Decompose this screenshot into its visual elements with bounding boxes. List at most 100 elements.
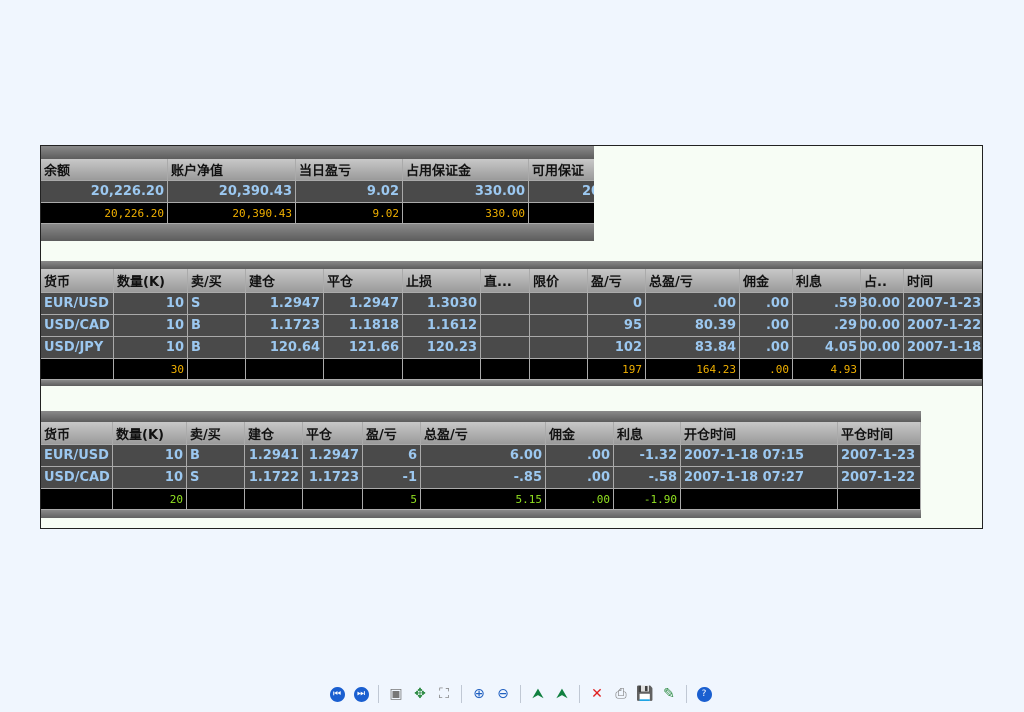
table-cell: 330.00 — [403, 203, 529, 224]
table-cell — [41, 359, 114, 380]
table-cell: 120.64 — [246, 337, 324, 359]
table-cell: -.85 — [421, 467, 546, 489]
first-page-button[interactable]: ⏮ — [327, 684, 347, 704]
table-cell — [403, 359, 481, 380]
table-cell: .00 — [546, 489, 614, 510]
column-header[interactable]: 平仓 — [324, 269, 403, 293]
table-cell: 2007-1-22 — [838, 467, 921, 489]
column-header[interactable]: 卖/买 — [187, 422, 245, 445]
column-header[interactable]: 占用保证金 — [403, 159, 529, 181]
close-button[interactable]: ✕ — [587, 684, 607, 704]
total-row[interactable]: 30 197 164.23.00 4.93 — [41, 359, 982, 380]
column-header[interactable]: 总盈/亏 — [646, 269, 740, 293]
table-cell: 20,226.20 — [41, 203, 168, 224]
column-header[interactable]: 利息 — [793, 269, 861, 293]
column-header[interactable]: 当日盈亏 — [296, 159, 403, 181]
zoom-out-button[interactable]: ⊖ — [493, 684, 513, 704]
table-row[interactable]: EUR/USD 10 B 1.2941 1.2947 6 6.00.00 -1.32 2007-… — [41, 445, 921, 467]
toolbar-separator — [686, 685, 687, 703]
fit-page-button[interactable]: ▣ — [386, 684, 406, 704]
table-row[interactable]: EUR/USD 10 S 1.2947 1.2947 1.3030 0.00.00.59 30… — [41, 293, 982, 315]
table-cell — [481, 337, 530, 359]
header-row: 余额 账户净值 当日盈亏 占用保证金 可用保证 — [41, 159, 594, 181]
column-header[interactable]: 账户净值 — [168, 159, 296, 181]
table-cell: .00 — [646, 293, 740, 315]
fit-page-icon: ▣ — [389, 686, 403, 702]
column-header[interactable]: 平仓 — [303, 422, 363, 445]
table-top-bar — [41, 146, 594, 159]
column-header[interactable]: 限价 — [530, 269, 588, 293]
table-cell: 5 — [363, 489, 421, 510]
help-button[interactable]: ? — [694, 684, 714, 704]
table-cell: -1.32 — [614, 445, 681, 467]
table-cell: -1 — [363, 467, 421, 489]
column-header[interactable]: 卖/买 — [188, 269, 246, 293]
table-cell: .00 — [740, 315, 793, 337]
table-cell: B — [187, 445, 245, 467]
table-cell: 83.84 — [646, 337, 740, 359]
table-cell — [481, 315, 530, 337]
edit-button[interactable]: ✎ — [659, 684, 679, 704]
column-header[interactable]: 直... — [481, 269, 530, 293]
column-header[interactable]: 平仓时间 — [838, 422, 921, 445]
table-top-bar — [41, 261, 982, 269]
table-cell: -1.90 — [614, 489, 681, 510]
table-cell: S — [188, 293, 246, 315]
column-header[interactable]: 佣金 — [740, 269, 793, 293]
column-header[interactable]: 建仓 — [245, 422, 303, 445]
next-page-button[interactable]: ⏭ — [351, 684, 371, 704]
close-icon: ✕ — [591, 686, 603, 702]
save-button[interactable]: 💾 — [635, 684, 655, 704]
rotate-left-button[interactable]: ⮝ — [528, 684, 548, 704]
table-row[interactable]: USD/CAD 10 B 1.1723 1.1818 1.1612 95 80.39.00.2… — [41, 315, 982, 337]
column-header[interactable]: 盈/亏 — [363, 422, 421, 445]
total-row[interactable]: 20 5 5.15.00 -1.90 — [41, 489, 921, 510]
table-cell: 10 — [113, 445, 187, 467]
table-cell: S — [187, 467, 245, 489]
print-button[interactable]: ⎙ — [611, 684, 631, 704]
table-row[interactable]: USD/JPY 10 B 120.64 121.66 120.23 102 83.84.00 4… — [41, 337, 982, 359]
column-header[interactable]: 止损 — [403, 269, 481, 293]
table-bottom-bar — [41, 224, 594, 241]
table-cell: 1.1722 — [245, 467, 303, 489]
column-header[interactable]: 数量(K) — [113, 422, 187, 445]
column-header[interactable]: 占.. — [861, 269, 904, 293]
toolbar-separator — [461, 685, 462, 703]
column-header[interactable]: 余额 — [41, 159, 168, 181]
column-header[interactable]: 时间 — [904, 269, 982, 293]
column-header[interactable]: 货币 — [41, 269, 114, 293]
table-cell — [530, 315, 588, 337]
column-header[interactable]: 数量(K) — [114, 269, 188, 293]
table-cell: 164.23 — [646, 359, 740, 380]
zoom-out-icon: ⊖ — [497, 686, 509, 702]
table-cell: 120.23 — [403, 337, 481, 359]
fit-width-icon: ✥ — [414, 686, 426, 702]
help-icon: ? — [696, 686, 712, 702]
table-cell: 9.02 — [296, 181, 403, 203]
fit-width-button[interactable]: ✥ — [410, 684, 430, 704]
column-header[interactable]: 利息 — [614, 422, 681, 445]
table-cell: 1.2947 — [246, 293, 324, 315]
column-header[interactable]: 建仓 — [246, 269, 324, 293]
total-row[interactable]: 20,226.2020,390.439.02330.002 — [41, 203, 594, 224]
column-header[interactable]: 开仓时间 — [681, 422, 838, 445]
zoom-in-button[interactable]: ⊕ — [469, 684, 489, 704]
table-cell: 4.05 — [793, 337, 861, 359]
table-row[interactable]: USD/CAD 10 S 1.1722 1.1723 -1 -.85.00 -.58 2007-… — [41, 467, 921, 489]
rotate-right-button[interactable]: ⮝ — [552, 684, 572, 704]
table-cell — [303, 489, 363, 510]
table-cell: EUR/USD — [41, 293, 114, 315]
table-row[interactable]: 20,226.2020,390.439.02330.0020, — [41, 181, 594, 203]
presentation-button[interactable]: ⛶ — [434, 684, 454, 704]
closed-positions-table: 货币 数量(K) 卖/买 建仓 平仓 盈/亏 总盈/亏 佣金 利息 开仓时间 平仓时间 EUR/USD… — [41, 411, 921, 518]
column-header[interactable]: 总盈/亏 — [421, 422, 546, 445]
table-cell — [324, 359, 403, 380]
column-header[interactable]: 佣金 — [546, 422, 614, 445]
table-top-bar — [41, 411, 921, 422]
table-cell — [188, 359, 246, 380]
column-header[interactable]: 货币 — [41, 422, 113, 445]
column-header[interactable]: 可用保证 — [529, 159, 594, 181]
column-header[interactable]: 盈/亏 — [588, 269, 646, 293]
table-cell: 2007-1-18 07:27 — [681, 467, 838, 489]
table-cell: 5.15 — [421, 489, 546, 510]
